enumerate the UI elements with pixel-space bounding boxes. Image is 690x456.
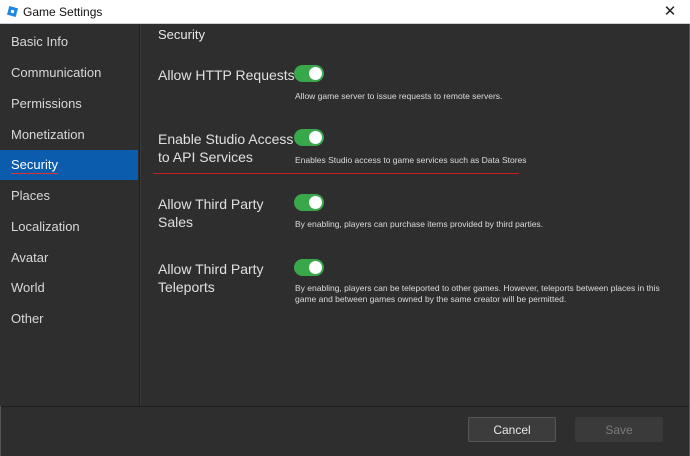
sidebar-item-label: Localization bbox=[11, 219, 80, 234]
sidebar-item-monetization[interactable]: Monetization bbox=[0, 120, 138, 150]
sidebar-item-label: Communication bbox=[11, 65, 102, 80]
setting-label-studio-api-access: Enable Studio Access to API Services bbox=[158, 131, 294, 165]
sidebar-item-label: World bbox=[11, 280, 45, 295]
sidebar-item-basic-info[interactable]: Basic Info bbox=[0, 27, 138, 57]
setting-description-http-requests: Allow game server to issue requests to r… bbox=[295, 91, 503, 101]
cancel-button[interactable]: Cancel bbox=[468, 417, 556, 442]
toggle-third-party-teleports[interactable] bbox=[294, 259, 324, 276]
setting-description-studio-api-access: Enables Studio access to game services s… bbox=[295, 155, 527, 165]
toggle-knob bbox=[309, 67, 322, 80]
toggle-knob bbox=[309, 261, 322, 274]
setting-label-third-party-sales: Allow Third Party Sales bbox=[158, 196, 264, 230]
sidebar-item-label: Permissions bbox=[11, 96, 82, 111]
setting-label-third-party-teleports: Allow Third Party Teleports bbox=[158, 261, 264, 295]
sidebar-item-places[interactable]: Places bbox=[0, 181, 138, 211]
sidebar-item-localization[interactable]: Localization bbox=[0, 212, 138, 242]
toggle-knob bbox=[309, 131, 322, 144]
sidebar-item-other[interactable]: Other bbox=[0, 304, 138, 334]
setting-description-third-party-teleports: By enabling, players can be teleported t… bbox=[295, 283, 660, 304]
sidebar-item-avatar[interactable]: Avatar bbox=[0, 243, 138, 273]
title-bar: Game Settings ✕ bbox=[0, 0, 690, 24]
close-icon[interactable]: ✕ bbox=[660, 2, 680, 22]
sidebar-item-label: Avatar bbox=[11, 250, 49, 265]
roblox-studio-icon bbox=[7, 6, 18, 17]
toggle-http-requests[interactable] bbox=[294, 65, 324, 82]
red-underline-annotation bbox=[153, 173, 519, 174]
toggle-third-party-sales[interactable] bbox=[294, 194, 324, 211]
sidebar-item-label: Other bbox=[11, 311, 44, 326]
setting-description-third-party-sales: By enabling, players can purchase items … bbox=[295, 219, 544, 229]
toggle-studio-api-access[interactable] bbox=[294, 129, 324, 146]
sidebar-item-label: Places bbox=[11, 188, 51, 203]
sidebar-item-world[interactable]: World bbox=[0, 273, 138, 303]
setting-label-http-requests: Allow HTTP Requests bbox=[158, 67, 295, 83]
sidebar-item-permissions[interactable]: Permissions bbox=[0, 89, 138, 119]
toggle-knob bbox=[309, 196, 322, 209]
section-title: Security bbox=[158, 27, 205, 42]
sidebar-item-label: Security bbox=[11, 157, 58, 172]
sidebar-item-label: Basic Info bbox=[11, 34, 69, 49]
sidebar-item-communication[interactable]: Communication bbox=[0, 58, 138, 88]
save-button[interactable]: Save bbox=[575, 417, 663, 442]
sidebar-item-label: Monetization bbox=[11, 127, 85, 142]
window-title: Game Settings bbox=[23, 5, 103, 19]
sidebar-item-security[interactable]: Security bbox=[0, 150, 138, 180]
